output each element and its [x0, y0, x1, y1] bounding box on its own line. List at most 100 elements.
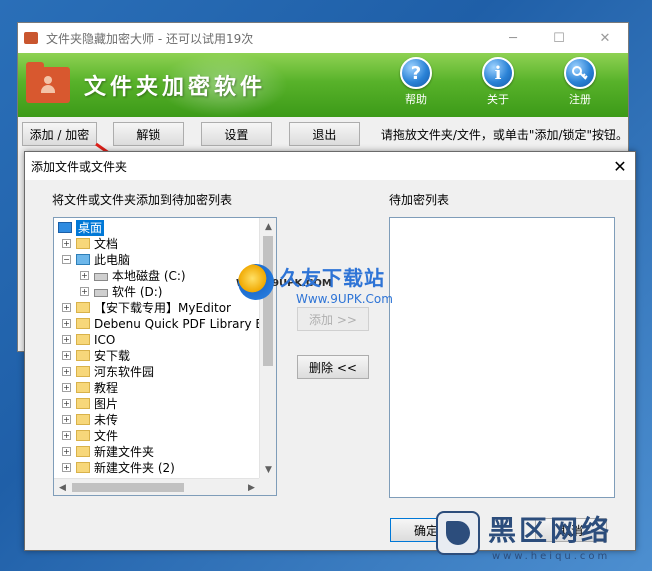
scroll-right-icon[interactable]: ▶ [243, 479, 260, 495]
app-icon [24, 32, 38, 44]
tree-item[interactable]: + 软件 (D:) [54, 284, 260, 300]
watermark-moon-logo-icon [238, 264, 274, 300]
tree-item[interactable]: + 河东软件园 [54, 364, 260, 380]
tree-item-label: 文件 [94, 429, 119, 443]
watermark-site-name: 久友下载站 [280, 266, 385, 290]
folder-icon [76, 318, 90, 329]
hscroll-thumb[interactable] [72, 483, 184, 492]
tree-item-label: 本地磁盘 (C:) [112, 269, 186, 283]
window-title: 文件夹隐藏加密大师 - 还可以试用19次 [46, 31, 254, 46]
expand-icon[interactable]: + [62, 335, 71, 344]
tree-items: 桌面 + 文档 − 此电脑 + 本地磁盘 (C:) + 软件 (D:) + 【安下载专用】MyEdi… [54, 220, 260, 476]
tree-vertical-scrollbar[interactable]: ▲ ▼ [259, 218, 276, 478]
tree-item-label: 软件 (D:) [112, 285, 163, 299]
tree-item[interactable]: + 教程 [54, 380, 260, 396]
help-label: 帮助 [405, 93, 427, 106]
watermark-heiqu-logo-icon [436, 511, 480, 555]
expand-icon[interactable]: + [62, 239, 71, 248]
tree-item[interactable]: + 新建文件夹 [54, 444, 260, 460]
watermark-9upk: WWW.9UPK.COM 久友下载站 Www.9UPK.Com [236, 262, 416, 312]
tree-item-label: 桌面 [76, 220, 105, 236]
watermark-site-url: Www.9UPK.Com [296, 292, 393, 306]
scroll-left-icon[interactable]: ◀ [54, 479, 71, 495]
register-button[interactable]: 注册 [552, 57, 608, 107]
help-button[interactable]: ? 帮助 [388, 57, 444, 107]
help-icon: ? [400, 57, 432, 89]
folder-icon [76, 398, 90, 409]
expand-icon[interactable]: + [62, 303, 71, 312]
watermark-heiqu-name: 黑区网络 [488, 514, 613, 547]
tree-item[interactable]: + 本地磁盘 (C:) [54, 268, 260, 284]
tree-item-label: 【安下载专用】MyEditor [94, 301, 231, 315]
folder-tree[interactable]: 桌面 + 文档 − 此电脑 + 本地磁盘 (C:) + 软件 (D:) + 【安下载专用】MyEdi… [53, 217, 277, 496]
close-button[interactable]: ✕ [582, 23, 628, 53]
doc-icon [76, 238, 90, 249]
drive-icon [94, 289, 108, 297]
dialog-title-bar: 添加文件或文件夹 ✕ [25, 152, 635, 180]
expand-icon[interactable]: + [80, 271, 89, 280]
tree-item-label: 新建文件夹 (2) [94, 461, 175, 475]
tree-item[interactable]: + 【安下载专用】MyEditor [54, 300, 260, 316]
folder-icon [76, 446, 90, 457]
expand-icon[interactable]: + [62, 463, 71, 472]
scroll-corner [259, 478, 276, 495]
watermark-heiqu-url: www.heiqu.com [492, 551, 611, 562]
dialog-title: 添加文件或文件夹 [31, 159, 128, 174]
tree-item[interactable]: + Debenu Quick PDF Library Engine [54, 316, 260, 332]
tree-item[interactable]: + 新建文件夹 (2) [54, 460, 260, 476]
desktop-icon [58, 222, 72, 233]
window-controls: ─ ☐ ✕ [490, 23, 628, 53]
maximize-button[interactable]: ☐ [536, 23, 582, 53]
tree-item-label: 图片 [94, 397, 119, 411]
expand-icon[interactable]: + [62, 383, 71, 392]
watermark-heiqu: 黑区网络 www.heiqu.com [430, 505, 652, 571]
info-icon: i [482, 57, 514, 89]
key-glyph [572, 66, 588, 80]
folder-logo-icon [26, 62, 70, 103]
exit-button[interactable]: 退出 [288, 122, 360, 146]
expand-icon[interactable]: + [62, 447, 71, 456]
tree-item[interactable]: + 未传 [54, 412, 260, 428]
expand-icon[interactable]: + [62, 415, 71, 424]
scroll-up-icon[interactable]: ▲ [260, 218, 276, 235]
key-icon [564, 57, 596, 89]
tree-item-label: 河东软件园 [94, 365, 155, 379]
folder-icon [76, 414, 90, 425]
tree-item-label: Debenu Quick PDF Library Engine [94, 317, 260, 331]
expand-icon[interactable]: + [62, 399, 71, 408]
pending-list-label: 待加密列表 [389, 193, 450, 207]
dialog-close-button[interactable]: ✕ [605, 157, 635, 176]
expand-icon[interactable]: + [62, 319, 71, 328]
tree-item-label: 未传 [94, 413, 119, 427]
tree-item-label: 安下载 [94, 349, 131, 363]
collapse-icon[interactable]: − [62, 255, 71, 264]
tree-item[interactable]: + 文件 [54, 428, 260, 444]
tree-item[interactable]: + 文档 [54, 236, 260, 252]
tree-item-label: 此电脑 [94, 253, 131, 267]
add-encrypt-button[interactable]: 添加 / 加密 [22, 122, 97, 146]
folder-icon [76, 430, 90, 441]
expand-icon[interactable]: + [80, 287, 89, 296]
delete-from-list-button[interactable]: 删除 << [297, 355, 369, 379]
tree-item-label: ICO [94, 333, 116, 347]
expand-icon[interactable]: + [62, 367, 71, 376]
minimize-button[interactable]: ─ [490, 23, 536, 53]
tree-item-label: 新建文件夹 [94, 445, 155, 459]
folder-icon [76, 462, 90, 473]
tree-item[interactable]: + 图片 [54, 396, 260, 412]
tree-horizontal-scrollbar[interactable]: ◀ ▶ [54, 478, 260, 495]
tree-item[interactable]: + 安下载 [54, 348, 260, 364]
settings-button[interactable]: 设置 [200, 122, 272, 146]
tree-item[interactable]: − 此电脑 [54, 252, 260, 268]
tree-item[interactable]: + ICO [54, 332, 260, 348]
tree-item[interactable]: 桌面 [54, 220, 260, 236]
about-button[interactable]: i 关于 [470, 57, 526, 107]
title-bar: 文件夹隐藏加密大师 - 还可以试用19次 ─ ☐ ✕ [18, 23, 628, 53]
about-label: 关于 [487, 93, 509, 106]
add-files-dialog: 添加文件或文件夹 ✕ 将文件或文件夹添加到待加密列表 待加密列表 桌面 + 文档 − 此… [24, 151, 636, 551]
expand-icon[interactable]: + [62, 351, 71, 360]
expand-icon[interactable]: + [62, 431, 71, 440]
pending-encrypt-list[interactable] [389, 217, 615, 498]
drive-icon [94, 273, 108, 281]
scroll-down-icon[interactable]: ▼ [260, 461, 276, 478]
